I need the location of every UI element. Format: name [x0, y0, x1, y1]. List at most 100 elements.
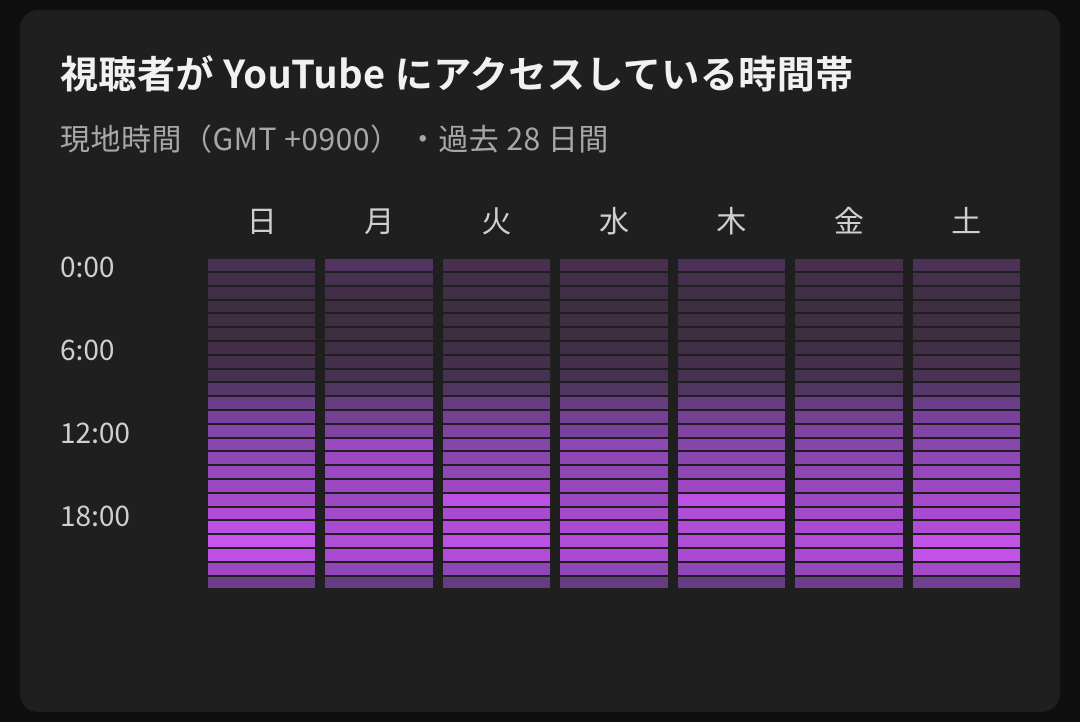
- heatmap-cell: [678, 452, 785, 466]
- heatmap-cell: [208, 370, 315, 384]
- heatmap-cell: [443, 563, 550, 577]
- heatmap-cell: [443, 549, 550, 563]
- heatmap-cell: [208, 259, 315, 273]
- heatmap-cell: [678, 577, 785, 591]
- heatmap-cell: [325, 328, 432, 342]
- heatmap-cell: [795, 577, 902, 591]
- y-axis: 0:006:0012:0018:00: [60, 259, 208, 590]
- heatmap-cell: [913, 356, 1020, 370]
- heatmap-cell: [913, 342, 1020, 356]
- day-header: 水: [560, 197, 667, 241]
- heatmap-cell: [913, 535, 1020, 549]
- heatmap-cell: [325, 439, 432, 453]
- heatmap-cell: [443, 370, 550, 384]
- analytics-card: 視聴者が YouTube にアクセスしている時間帯 現地時間（GMT +0900…: [20, 10, 1060, 712]
- heatmap-cell: [208, 273, 315, 287]
- heatmap-cell: [678, 521, 785, 535]
- heatmap-cell: [443, 314, 550, 328]
- heatmap-cell: [560, 577, 667, 591]
- heatmap-cell: [443, 328, 550, 342]
- heatmap-cell: [325, 577, 432, 591]
- heatmap-cell: [208, 508, 315, 522]
- heatmap-cell: [913, 383, 1020, 397]
- heatmap-cell: [913, 314, 1020, 328]
- heatmap-cell: [795, 259, 902, 273]
- heatmap-day-column: [208, 259, 315, 590]
- heatmap-cell: [325, 273, 432, 287]
- heatmap-cell: [443, 439, 550, 453]
- heatmap-cell: [913, 273, 1020, 287]
- day-header: 火: [443, 197, 550, 241]
- heatmap-day-column: [443, 259, 550, 590]
- heatmap-cell: [795, 342, 902, 356]
- heatmap-cell: [913, 287, 1020, 301]
- heatmap-cell: [678, 301, 785, 315]
- heatmap-cell: [325, 521, 432, 535]
- heatmap-cell: [560, 494, 667, 508]
- heatmap-cell: [795, 328, 902, 342]
- heatmap-cell: [443, 508, 550, 522]
- y-axis-label: 6:00: [60, 329, 180, 369]
- heatmap-cell: [678, 314, 785, 328]
- heatmap-cell: [208, 356, 315, 370]
- heatmap-cell: [208, 287, 315, 301]
- heatmap-cell: [325, 480, 432, 494]
- heatmap-columns: [208, 259, 1020, 590]
- heatmap-cell: [443, 521, 550, 535]
- heatmap-cell: [443, 577, 550, 591]
- heatmap-cell: [208, 549, 315, 563]
- heatmap-cell: [913, 549, 1020, 563]
- heatmap-cell: [795, 549, 902, 563]
- heatmap-cell: [678, 397, 785, 411]
- card-title: 視聴者が YouTube にアクセスしている時間帯: [60, 46, 1020, 97]
- heatmap-cell: [208, 425, 315, 439]
- heatmap-cell: [443, 452, 550, 466]
- heatmap-cell: [913, 494, 1020, 508]
- heatmap-cell: [560, 383, 667, 397]
- heatmap-cell: [795, 411, 902, 425]
- heatmap-cell: [795, 521, 902, 535]
- heatmap-cell: [678, 466, 785, 480]
- heatmap-cell: [678, 383, 785, 397]
- heatmap-cell: [325, 342, 432, 356]
- heatmap-cell: [325, 370, 432, 384]
- heatmap-cell: [795, 439, 902, 453]
- heatmap-cell: [560, 521, 667, 535]
- heatmap-cell: [325, 563, 432, 577]
- heatmap-cell: [678, 425, 785, 439]
- heatmap-cell: [443, 480, 550, 494]
- heatmap-cell: [208, 383, 315, 397]
- heatmap-cell: [678, 356, 785, 370]
- heatmap-cell: [208, 521, 315, 535]
- heatmap-cell: [325, 549, 432, 563]
- heatmap-cell: [443, 259, 550, 273]
- heatmap-cell: [913, 508, 1020, 522]
- heatmap-cell: [913, 397, 1020, 411]
- heatmap-cell: [678, 439, 785, 453]
- heatmap-day-column: [560, 259, 667, 590]
- heatmap-cell: [325, 452, 432, 466]
- heatmap-cell: [208, 397, 315, 411]
- heatmap-cell: [795, 287, 902, 301]
- heatmap-cell: [795, 535, 902, 549]
- day-header: 土: [913, 197, 1020, 241]
- day-header: 日: [208, 197, 315, 241]
- heatmap-cell: [678, 563, 785, 577]
- heatmap-cell: [913, 328, 1020, 342]
- heatmap-cell: [795, 452, 902, 466]
- y-axis-label: 0:00: [60, 246, 180, 286]
- heatmap-cell: [560, 439, 667, 453]
- heatmap-cell: [560, 425, 667, 439]
- heatmap-cell: [913, 452, 1020, 466]
- heatmap-cell: [560, 273, 667, 287]
- heatmap-cell: [913, 577, 1020, 591]
- heatmap-cell: [678, 273, 785, 287]
- heatmap-cell: [678, 259, 785, 273]
- heatmap-cell: [208, 466, 315, 480]
- heatmap-cell: [795, 273, 902, 287]
- heatmap-cell: [913, 521, 1020, 535]
- heatmap-cell: [560, 301, 667, 315]
- day-header: 月: [325, 197, 432, 241]
- heatmap-cell: [913, 425, 1020, 439]
- y-axis-label: 18:00: [60, 495, 180, 535]
